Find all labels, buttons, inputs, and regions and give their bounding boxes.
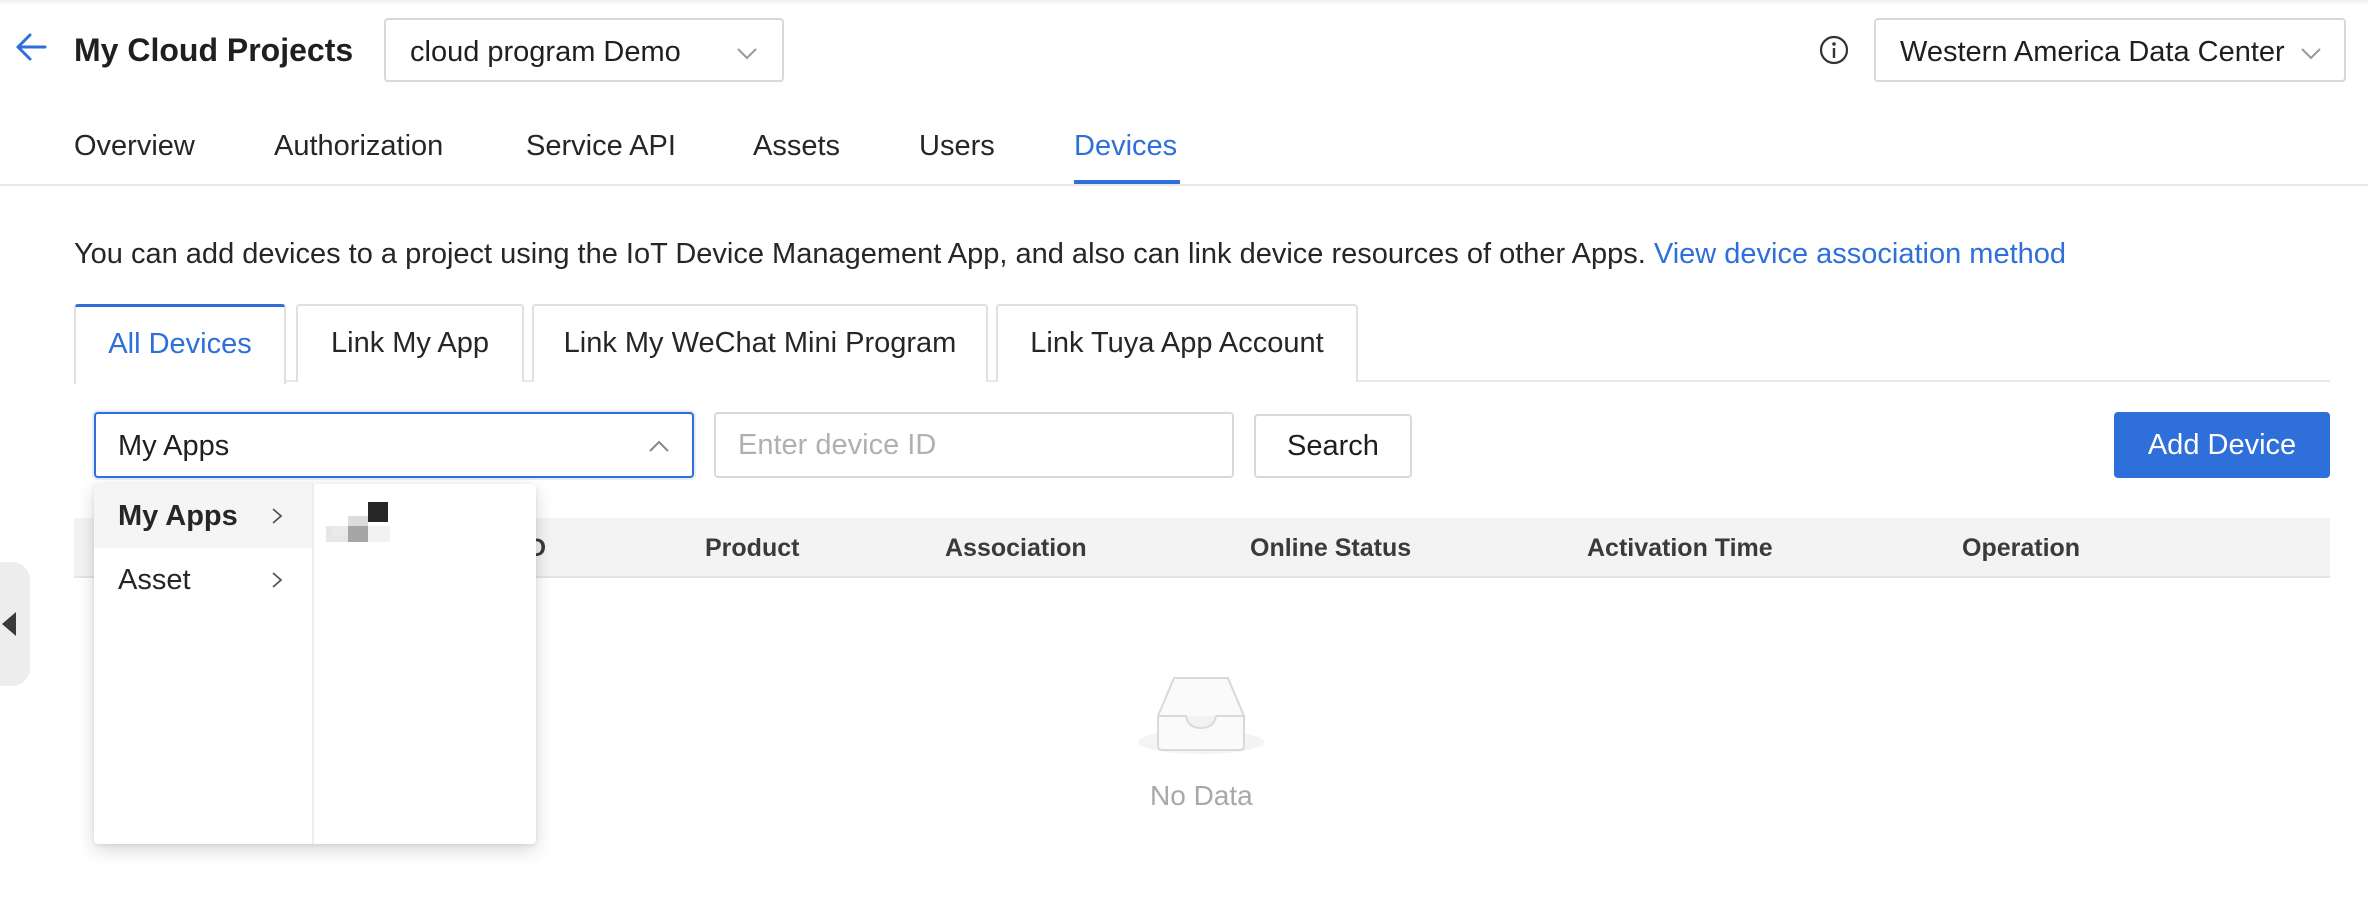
option-label: My Apps [118, 500, 238, 532]
info-text-row: You can add devices to a project using t… [74, 236, 2066, 272]
info-icon[interactable] [1818, 34, 1850, 66]
tab-overview[interactable]: Overview [74, 128, 195, 164]
column-product: Product [705, 534, 800, 562]
caret-left-icon [2, 612, 16, 636]
tab-devices[interactable]: Devices [1074, 128, 1177, 164]
subtab-link-tuya-app-account[interactable]: Link Tuya App Account [996, 304, 1358, 382]
tab-assets[interactable]: Assets [753, 128, 840, 164]
data-center-value: Western America Data Center [1900, 36, 2285, 68]
option-my-apps[interactable]: My Apps [94, 484, 312, 548]
device-association-link[interactable]: View device association method [1654, 238, 2066, 270]
column-association: Association [945, 534, 1087, 562]
top-shadow [0, 0, 2368, 6]
device-id-input[interactable] [714, 412, 1234, 478]
add-device-button[interactable]: Add Device [2114, 412, 2330, 478]
option-asset[interactable]: Asset [94, 548, 312, 612]
app-cascader-select[interactable]: My Apps [94, 412, 694, 478]
tab-authorization[interactable]: Authorization [274, 128, 443, 164]
subtab-link-my-app[interactable]: Link My App [296, 304, 524, 382]
sidebar-toggle-handle[interactable] [0, 562, 30, 686]
chevron-right-icon [272, 572, 283, 588]
empty-inbox-icon [1138, 677, 1264, 754]
app-icon-pixelated[interactable] [326, 502, 392, 542]
column-online-status: Online Status [1250, 534, 1412, 562]
info-text: You can add devices to a project using t… [74, 238, 1646, 270]
cascader-value: My Apps [118, 430, 230, 462]
empty-state-text: No Data [1150, 780, 1253, 811]
active-tab-indicator [1074, 180, 1180, 184]
project-select-value: cloud program Demo [410, 36, 681, 68]
page: My Cloud Projects cloud program Demo Wes… [0, 0, 2368, 910]
cascader-column-2 [316, 484, 536, 844]
option-label: Asset [118, 564, 191, 596]
subtab-link-wechat-mini-program[interactable]: Link My WeChat Mini Program [532, 304, 988, 382]
project-select[interactable]: cloud program Demo [384, 18, 784, 82]
data-center-select[interactable]: Western America Data Center [1874, 18, 2346, 82]
subtab-all-devices[interactable]: All Devices [74, 304, 286, 384]
chevron-down-icon [737, 48, 757, 60]
column-operation: Operation [1962, 534, 2081, 562]
cascader-column-1: My Apps Asset [94, 484, 314, 844]
page-title: My Cloud Projects [74, 32, 354, 68]
chevron-right-icon [272, 508, 283, 524]
chevron-up-icon [649, 440, 669, 452]
column-activation-time: Activation Time [1587, 534, 1773, 562]
chevron-down-icon [2301, 48, 2321, 60]
cascader-dropdown: My Apps Asset [94, 484, 536, 844]
back-arrow-icon[interactable] [14, 30, 48, 64]
main-tabs: Overview Authorization Service API Asset… [0, 110, 2368, 186]
search-button[interactable]: Search [1254, 414, 1412, 478]
tab-service-api[interactable]: Service API [526, 128, 676, 164]
tab-users[interactable]: Users [919, 128, 995, 164]
